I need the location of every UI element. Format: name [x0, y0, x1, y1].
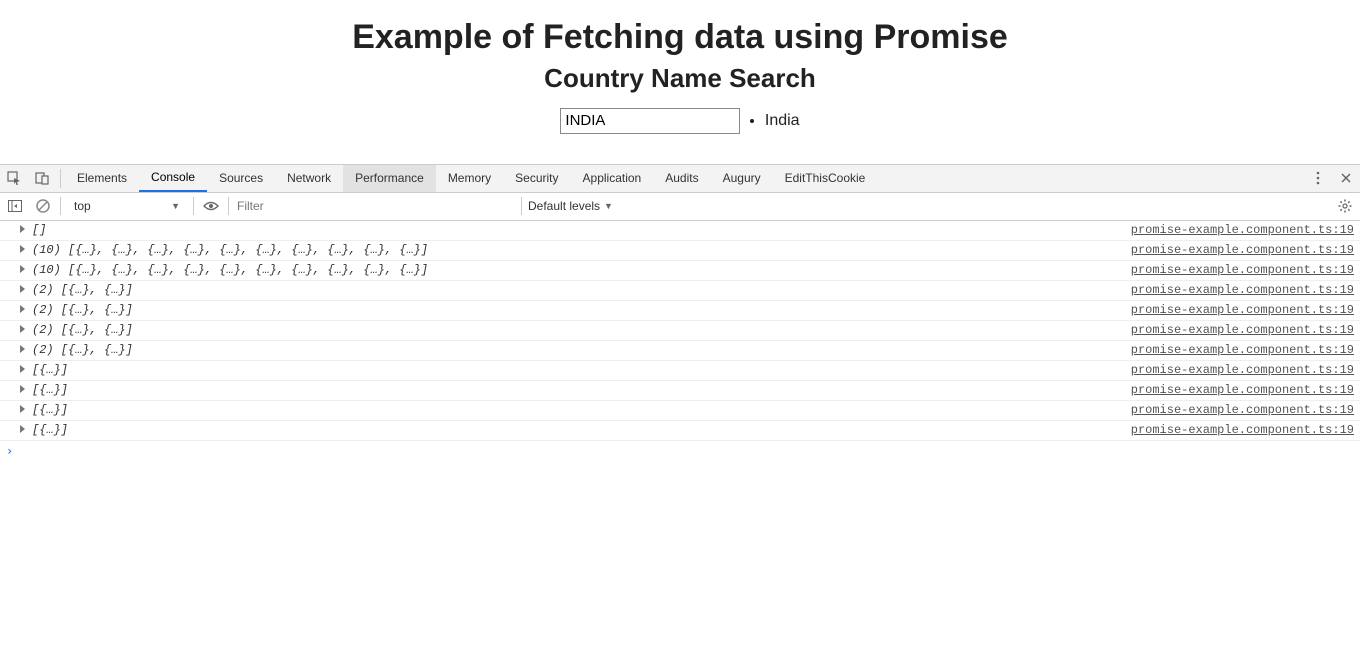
console-source-link[interactable]: promise-example.component.ts:19: [1131, 323, 1354, 337]
close-icon[interactable]: [1332, 172, 1360, 184]
console-source-link[interactable]: promise-example.component.ts:19: [1131, 383, 1354, 397]
console-source-link[interactable]: promise-example.component.ts:19: [1131, 343, 1354, 357]
search-result-item: India: [765, 112, 800, 130]
console-log-row[interactable]: (2) [{…}, {…}] promise-example.component.…: [0, 281, 1360, 301]
kebab-menu-icon[interactable]: [1304, 171, 1332, 185]
tab-sources[interactable]: Sources: [207, 165, 275, 192]
console-source-link[interactable]: promise-example.component.ts:19: [1131, 303, 1354, 317]
console-filter-input[interactable]: [235, 196, 515, 216]
divider: [228, 197, 229, 215]
console-source-link[interactable]: promise-example.component.ts:19: [1131, 223, 1354, 237]
device-toolbar-icon[interactable]: [28, 165, 56, 192]
expand-triangle-icon[interactable]: [20, 385, 25, 393]
console-log-row[interactable]: [{…}] promise-example.component.ts:19: [0, 421, 1360, 441]
tab-application[interactable]: Application: [571, 165, 654, 192]
tab-performance[interactable]: Performance: [343, 165, 436, 192]
expand-triangle-icon[interactable]: [20, 405, 25, 413]
console-log-message: [{…}]: [32, 403, 68, 417]
expand-triangle-icon[interactable]: [20, 325, 25, 333]
eye-icon[interactable]: [200, 196, 222, 216]
tab-memory[interactable]: Memory: [436, 165, 503, 192]
console-source-link[interactable]: promise-example.component.ts:19: [1131, 263, 1354, 277]
divider: [60, 169, 61, 188]
console-log-message: [{…}]: [32, 383, 68, 397]
expand-triangle-icon[interactable]: [20, 425, 25, 433]
console-log-row[interactable]: (10) [{…}, {…}, {…}, {…}, {…}, {…}, {…},…: [0, 241, 1360, 261]
console-log-message: [{…}]: [32, 363, 68, 377]
divider: [193, 197, 194, 215]
tab-augury[interactable]: Augury: [711, 165, 773, 192]
console-log-row[interactable]: [{…}] promise-example.component.ts:19: [0, 381, 1360, 401]
expand-triangle-icon[interactable]: [20, 265, 25, 273]
prompt-chevron-icon: ›: [6, 444, 13, 458]
divider: [521, 197, 522, 215]
divider: [60, 197, 61, 215]
page-title: Example of Fetching data using Promise: [0, 18, 1360, 57]
page-subtitle: Country Name Search: [0, 63, 1360, 94]
console-log-message: (2) [{…}, {…}]: [32, 323, 133, 337]
context-selector[interactable]: top ▼: [67, 196, 187, 216]
log-levels-label: Default levels: [528, 199, 600, 213]
console-source-link[interactable]: promise-example.component.ts:19: [1131, 283, 1354, 297]
console-toolbar: top ▼ Default levels ▼: [0, 193, 1360, 221]
console-log-message: (10) [{…}, {…}, {…}, {…}, {…}, {…}, {…},…: [32, 243, 428, 257]
context-selector-value: top: [74, 199, 91, 213]
console-output: [] promise-example.component.ts:19 (10) [{…: [0, 221, 1360, 441]
expand-triangle-icon[interactable]: [20, 365, 25, 373]
console-log-row[interactable]: [] promise-example.component.ts:19: [0, 221, 1360, 241]
devtools-tab-bar: Elements Console Sources Network Perform…: [0, 165, 1360, 193]
tab-console[interactable]: Console: [139, 165, 207, 192]
console-log-row[interactable]: [{…}] promise-example.component.ts:19: [0, 361, 1360, 381]
tab-security[interactable]: Security: [503, 165, 570, 192]
devtools-panel: Elements Console Sources Network Perform…: [0, 164, 1360, 461]
country-search-input[interactable]: [560, 108, 740, 134]
gear-icon[interactable]: [1334, 196, 1356, 216]
expand-triangle-icon[interactable]: [20, 305, 25, 313]
console-log-message: (2) [{…}, {…}]: [32, 303, 133, 317]
console-log-row[interactable]: (2) [{…}, {…}] promise-example.component.…: [0, 301, 1360, 321]
console-log-message: []: [32, 223, 46, 237]
expand-triangle-icon[interactable]: [20, 225, 25, 233]
expand-triangle-icon[interactable]: [20, 245, 25, 253]
console-log-message: (10) [{…}, {…}, {…}, {…}, {…}, {…}, {…},…: [32, 263, 428, 277]
tab-editthiscookie[interactable]: EditThisCookie: [773, 165, 878, 192]
console-source-link[interactable]: promise-example.component.ts:19: [1131, 363, 1354, 377]
toggle-sidebar-icon[interactable]: [4, 196, 26, 216]
console-prompt[interactable]: ›: [0, 441, 1360, 461]
tab-elements[interactable]: Elements: [65, 165, 139, 192]
console-log-message: (2) [{…}, {…}]: [32, 283, 133, 297]
console-log-row[interactable]: (2) [{…}, {…}] promise-example.component.…: [0, 321, 1360, 341]
tab-audits[interactable]: Audits: [653, 165, 710, 192]
console-log-message: (2) [{…}, {…}]: [32, 343, 133, 357]
console-log-row[interactable]: (2) [{…}, {…}] promise-example.component.…: [0, 341, 1360, 361]
expand-triangle-icon[interactable]: [20, 345, 25, 353]
search-results-list: India: [745, 112, 800, 130]
inspect-element-icon[interactable]: [0, 165, 28, 192]
console-log-row[interactable]: [{…}] promise-example.component.ts:19: [0, 401, 1360, 421]
clear-console-icon[interactable]: [32, 196, 54, 216]
chevron-down-icon: ▼: [604, 201, 613, 211]
console-source-link[interactable]: promise-example.component.ts:19: [1131, 423, 1354, 437]
chevron-down-icon: ▼: [171, 201, 180, 211]
log-levels-selector[interactable]: Default levels ▼: [528, 199, 613, 213]
console-log-message: [{…}]: [32, 423, 68, 437]
expand-triangle-icon[interactable]: [20, 285, 25, 293]
console-source-link[interactable]: promise-example.component.ts:19: [1131, 403, 1354, 417]
console-source-link[interactable]: promise-example.component.ts:19: [1131, 243, 1354, 257]
tab-network[interactable]: Network: [275, 165, 343, 192]
console-log-row[interactable]: (10) [{…}, {…}, {…}, {…}, {…}, {…}, {…},…: [0, 261, 1360, 281]
